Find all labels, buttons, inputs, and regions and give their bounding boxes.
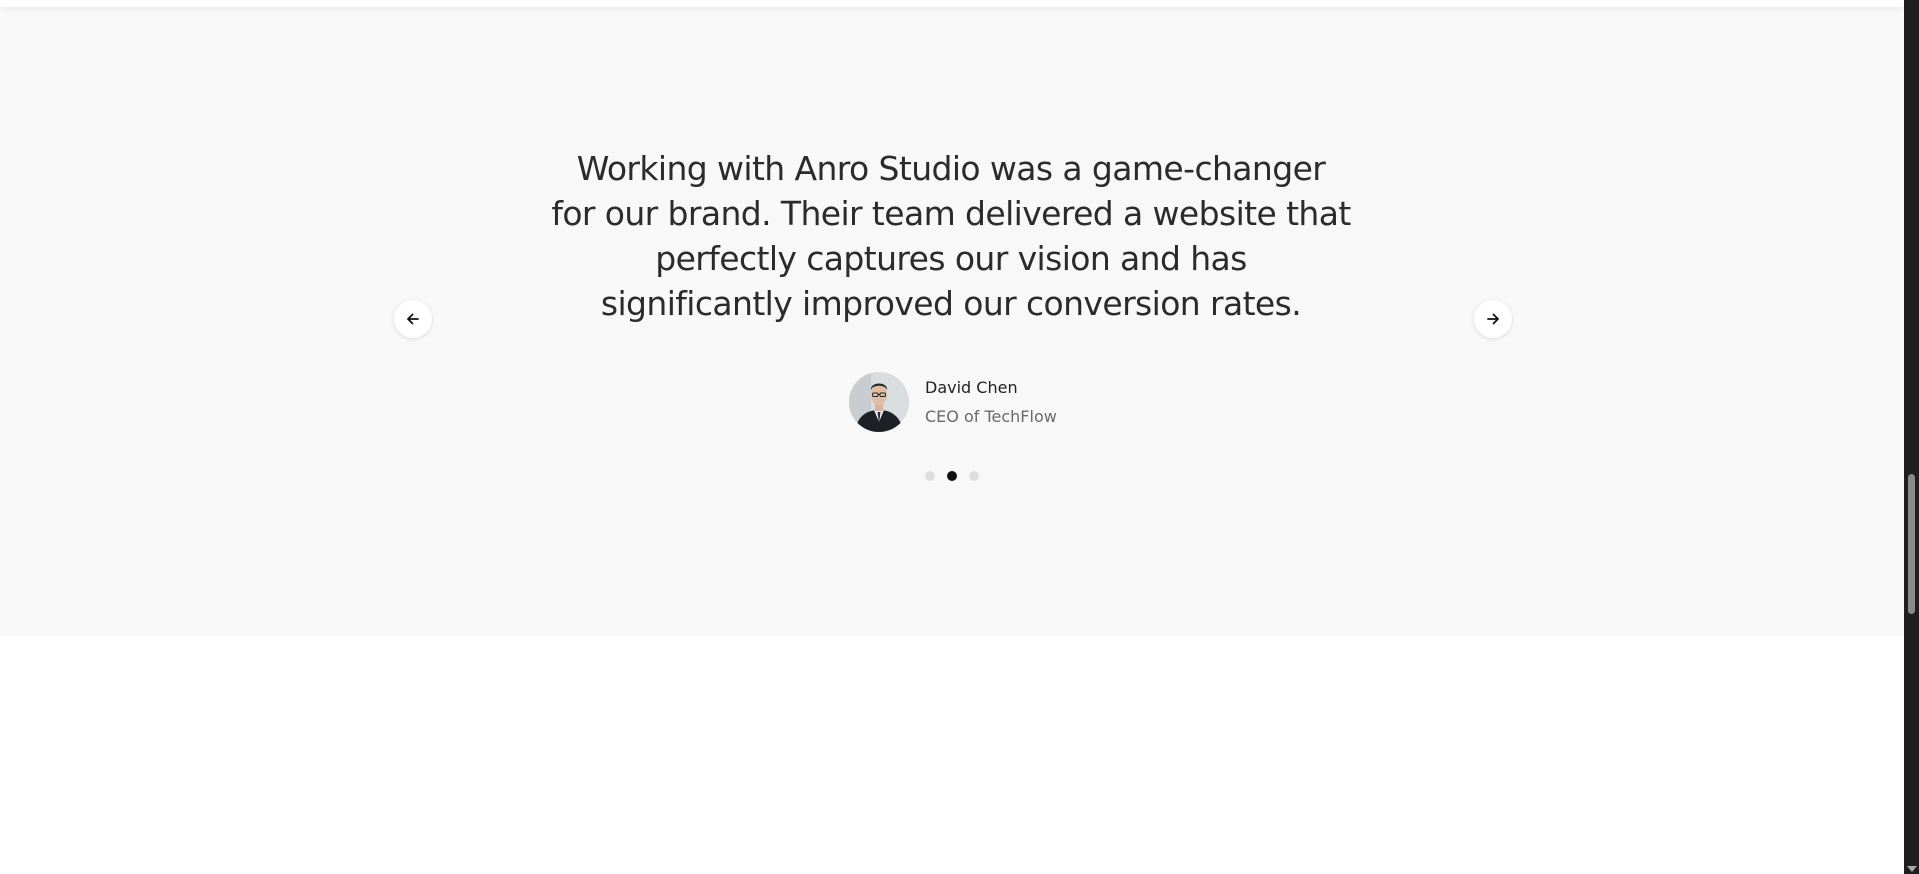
quote-line: Working with Anro Studio was a game-chan…: [576, 149, 1326, 188]
carousel-dot-3[interactable]: [969, 471, 979, 481]
carousel-dot-2[interactable]: [947, 471, 957, 481]
carousel-pagination: [925, 471, 979, 481]
testimonial-quote: Working with Anro Studio was a game-chan…: [540, 146, 1362, 326]
arrow-right-icon: [1487, 313, 1499, 325]
author-name: David Chen: [925, 377, 1018, 397]
scrollbar-thumb[interactable]: [1908, 474, 1915, 614]
avatar: [849, 372, 909, 432]
arrow-left-icon: [407, 313, 419, 325]
author-role: CEO of TechFlow: [925, 406, 1057, 426]
avatar-photo: [849, 372, 909, 432]
testimonial-section: Working with Anro Studio was a game-chan…: [0, 7, 1904, 636]
quote-line: for our brand. Their team delivered a we…: [551, 194, 1351, 233]
author-info: David Chen CEO of TechFlow: [925, 377, 1057, 428]
page: Working with Anro Studio was a game-chan…: [0, 0, 1919, 874]
vertical-scrollbar[interactable]: [1904, 0, 1919, 874]
header-edge: [0, 0, 1904, 7]
quote-line: perfectly captures our vision and has: [655, 239, 1247, 278]
carousel-dot-1[interactable]: [925, 471, 935, 481]
previous-slide-button[interactable]: [394, 300, 432, 338]
quote-line: significantly improved our conversion ra…: [600, 284, 1302, 323]
next-slide-button[interactable]: [1474, 300, 1512, 338]
scroll-down-arrow-icon[interactable]: [1907, 866, 1917, 872]
testimonial-author: David Chen CEO of TechFlow: [849, 371, 1057, 433]
page-content: Working with Anro Studio was a game-chan…: [0, 0, 1904, 874]
